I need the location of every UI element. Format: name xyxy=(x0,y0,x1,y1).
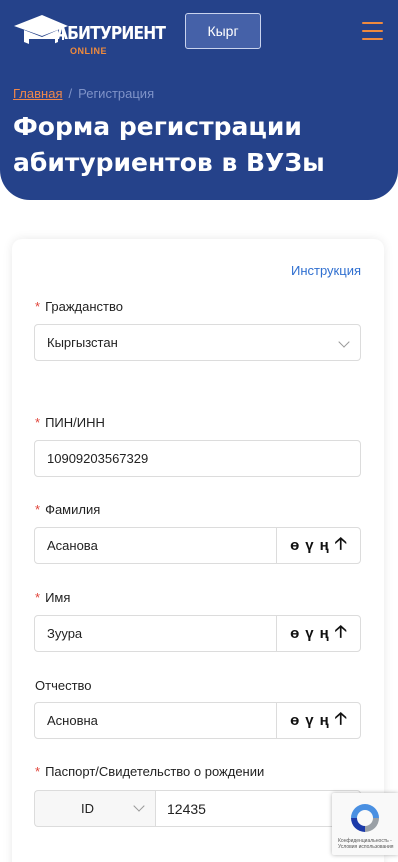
last-name-input[interactable]: Асанова xyxy=(47,528,98,563)
required-mark: * xyxy=(35,590,41,605)
patronymic-label: Отчество xyxy=(35,678,92,693)
pin-input[interactable]: 10909203567329 xyxy=(34,440,361,477)
instructions-link[interactable]: Инструкция xyxy=(291,263,361,278)
header: АБИТУРИЕНТ ONLINE Кырг Главная / Регистр… xyxy=(0,0,398,200)
patronymic-input[interactable]: Асновна xyxy=(47,703,98,738)
recaptcha-text[interactable]: Конфиденциальность - Условия использован… xyxy=(338,838,396,850)
first-name-input[interactable]: Зуура xyxy=(47,616,82,651)
char-n-button[interactable]: ң xyxy=(320,712,329,729)
shift-arrow-icon[interactable]: 🡡 xyxy=(335,706,347,735)
citizenship-label: * Гражданство xyxy=(35,299,123,314)
recaptcha-badge[interactable]: Конфиденциальность - Условия использован… xyxy=(332,793,398,855)
special-char-keys: ө ү ң 🡡 xyxy=(276,703,360,738)
required-mark: * xyxy=(35,764,41,779)
char-n-button[interactable]: ң xyxy=(320,625,329,642)
last-name-label: * Фамилия xyxy=(35,502,101,517)
shift-arrow-icon[interactable]: 🡡 xyxy=(335,531,347,560)
citizenship-select[interactable]: Кыргызстан xyxy=(34,324,361,361)
logo-subtitle: ONLINE xyxy=(70,46,108,56)
passport-number-value: 12435 xyxy=(167,800,206,817)
chevron-down-icon xyxy=(133,800,145,812)
breadcrumb-home-link[interactable]: Главная xyxy=(13,86,62,101)
pin-value: 10909203567329 xyxy=(47,451,149,466)
shift-arrow-icon[interactable]: 🡡 xyxy=(335,619,347,648)
first-name-field: Зуура ө ү ң 🡡 xyxy=(34,615,361,652)
passport-type-select[interactable]: ID xyxy=(34,790,155,827)
page-title: Форма регистрации абитуриентов в ВУЗы xyxy=(13,112,325,177)
char-o-button[interactable]: ө xyxy=(290,537,299,554)
char-o-button[interactable]: ө xyxy=(290,712,299,729)
passport-number-input[interactable]: 12435 xyxy=(155,790,361,827)
required-mark: * xyxy=(35,299,41,314)
special-char-keys: ө ү ң 🡡 xyxy=(276,528,360,563)
chevron-down-icon xyxy=(338,336,350,348)
registration-form-card: Инструкция * Гражданство Кыргызстан * ПИН/… xyxy=(12,239,384,862)
passport-type-value: ID xyxy=(81,801,94,816)
logo[interactable]: АБИТУРИЕНТ ONLINE xyxy=(12,12,166,56)
special-char-keys: ө ү ң 🡡 xyxy=(276,616,360,651)
logo-text: АБИТУРИЕНТ xyxy=(56,23,166,44)
required-mark: * xyxy=(35,415,41,430)
recaptcha-icon xyxy=(351,804,379,832)
breadcrumb: Главная / Регистрация xyxy=(13,86,154,101)
last-name-field: Асанова ө ү ң 🡡 xyxy=(34,527,361,564)
breadcrumb-separator: / xyxy=(68,86,73,101)
first-name-label: * Имя xyxy=(35,590,71,605)
pin-label: * ПИН/ИНН xyxy=(35,415,105,430)
hamburger-menu-icon[interactable] xyxy=(362,22,383,42)
citizenship-value: Кыргызстан xyxy=(47,335,118,350)
breadcrumb-current: Регистрация xyxy=(78,86,155,101)
char-o-button[interactable]: ө xyxy=(290,625,299,642)
char-n-button[interactable]: ң xyxy=(320,537,329,554)
language-button[interactable]: Кырг xyxy=(185,13,261,49)
char-u-button[interactable]: ү xyxy=(305,537,313,554)
required-mark: * xyxy=(35,502,41,517)
char-u-button[interactable]: ү xyxy=(305,625,313,642)
char-u-button[interactable]: ү xyxy=(305,712,313,729)
patronymic-field: Асновна ө ү ң 🡡 xyxy=(34,702,361,739)
passport-label: * Паспорт/Свидетельство о рождении xyxy=(35,764,265,779)
